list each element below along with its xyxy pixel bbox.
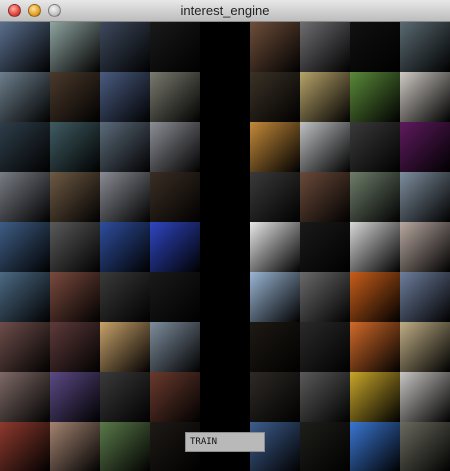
right-photo-tile[interactable] [350,322,400,372]
app-window: interest_engine TRAIN [0,0,450,471]
left-photo-tile[interactable] [150,22,200,72]
left-photo-tile[interactable] [50,272,100,322]
right-photo-tile[interactable] [300,72,350,122]
right-photo-tile[interactable] [250,322,300,372]
right-photo-tile[interactable] [250,122,300,172]
right-photo-tile[interactable] [300,322,350,372]
left-photo-tile[interactable] [100,422,150,471]
right-photo-tile[interactable] [400,122,450,172]
right-photo-tile[interactable] [350,272,400,322]
left-photo-tile[interactable] [100,22,150,72]
right-photo-tile[interactable] [350,172,400,222]
left-photo-tile[interactable] [150,272,200,322]
right-photo-tile[interactable] [250,22,300,72]
left-image-grid [0,22,200,471]
left-photo-tile[interactable] [50,172,100,222]
left-photo-tile[interactable] [50,122,100,172]
left-photo-tile[interactable] [100,172,150,222]
right-photo-tile[interactable] [300,222,350,272]
left-photo-tile[interactable] [0,372,50,422]
right-photo-tile[interactable] [300,422,350,471]
right-photo-tile[interactable] [250,272,300,322]
right-photo-tile[interactable] [400,222,450,272]
window-title: interest_engine [180,3,270,18]
left-photo-tile[interactable] [50,322,100,372]
left-photo-tile[interactable] [0,22,50,72]
center-divider [200,22,250,471]
right-photo-tile[interactable] [350,122,400,172]
left-photo-tile[interactable] [100,122,150,172]
left-photo-tile[interactable] [100,272,150,322]
right-photo-tile[interactable] [250,72,300,122]
left-photo-tile[interactable] [0,422,50,471]
right-photo-tile[interactable] [400,22,450,72]
left-photo-tile[interactable] [150,322,200,372]
right-photo-tile[interactable] [350,72,400,122]
right-photo-tile[interactable] [250,372,300,422]
left-photo-tile[interactable] [0,322,50,372]
left-photo-tile[interactable] [50,372,100,422]
right-image-grid [250,22,450,471]
right-photo-tile[interactable] [350,372,400,422]
left-photo-tile[interactable] [150,72,200,122]
left-photo-tile[interactable] [100,322,150,372]
right-photo-tile[interactable] [400,422,450,471]
right-photo-tile[interactable] [300,172,350,222]
left-photo-tile[interactable] [0,122,50,172]
right-photo-tile[interactable] [400,172,450,222]
left-photo-tile[interactable] [150,172,200,222]
right-photo-tile[interactable] [250,222,300,272]
left-photo-tile[interactable] [0,272,50,322]
left-photo-tile[interactable] [0,72,50,122]
left-photo-tile[interactable] [50,22,100,72]
right-photo-tile[interactable] [300,272,350,322]
right-photo-tile[interactable] [250,172,300,222]
left-photo-tile[interactable] [150,372,200,422]
left-photo-tile[interactable] [150,222,200,272]
train-button[interactable]: TRAIN [185,432,265,452]
left-photo-tile[interactable] [0,222,50,272]
left-photo-tile[interactable] [0,172,50,222]
right-photo-tile[interactable] [400,272,450,322]
left-photo-tile[interactable] [150,122,200,172]
right-photo-tile[interactable] [300,122,350,172]
right-photo-tile[interactable] [400,72,450,122]
left-photo-tile[interactable] [100,222,150,272]
left-photo-tile[interactable] [100,72,150,122]
right-photo-tile[interactable] [350,22,400,72]
right-photo-tile[interactable] [350,422,400,471]
title-bar[interactable]: interest_engine [0,0,450,22]
right-photo-tile[interactable] [400,322,450,372]
right-photo-tile[interactable] [400,372,450,422]
left-photo-tile[interactable] [100,372,150,422]
right-photo-tile[interactable] [350,222,400,272]
left-photo-tile[interactable] [50,72,100,122]
right-photo-tile[interactable] [300,22,350,72]
right-photo-tile[interactable] [300,372,350,422]
left-photo-tile[interactable] [50,222,100,272]
left-photo-tile[interactable] [50,422,100,471]
